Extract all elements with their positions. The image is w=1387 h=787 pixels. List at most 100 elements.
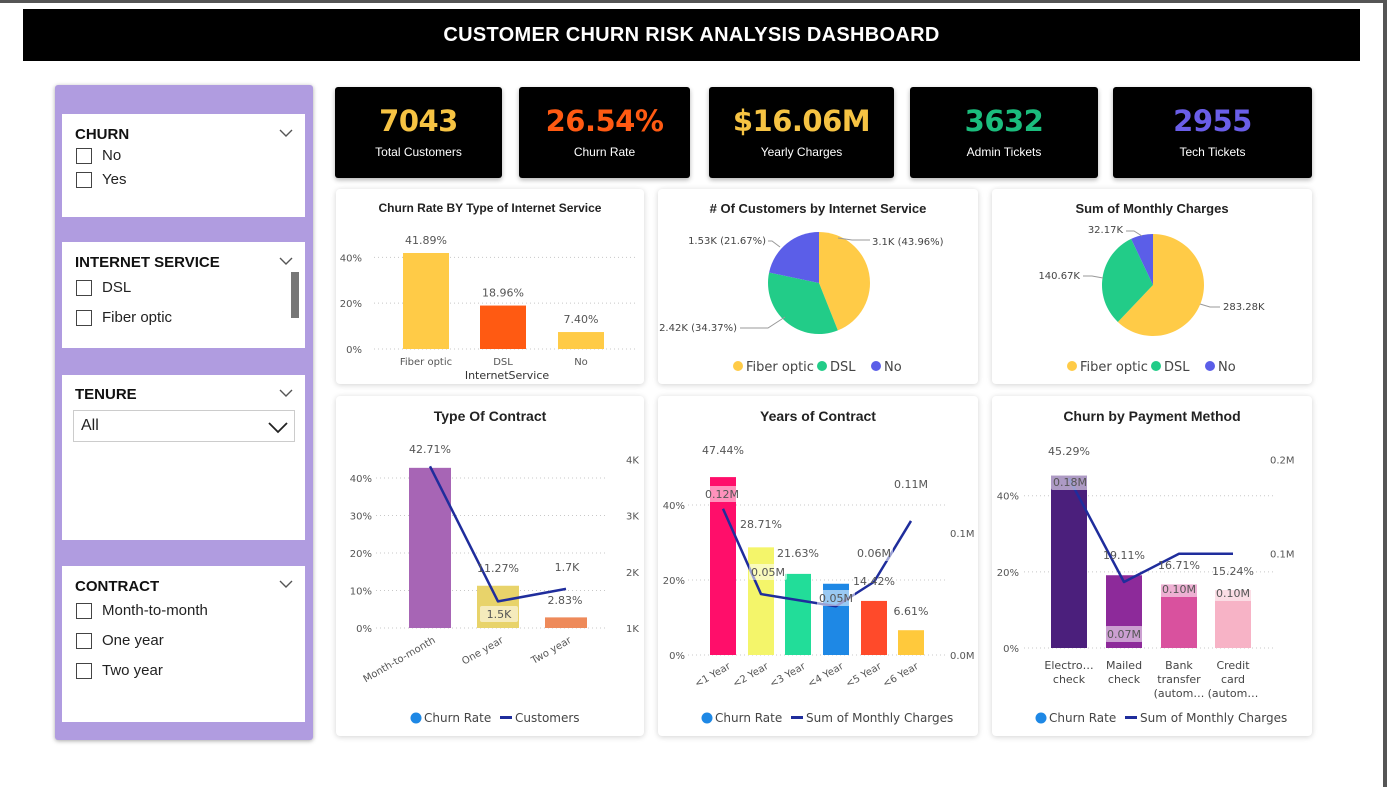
y2-tick-label: 4K xyxy=(626,455,639,466)
kpi-value: $16.06M xyxy=(732,104,871,138)
y2-tick-label: 3K xyxy=(626,512,639,523)
x-tick-label: (autom… xyxy=(1154,687,1205,700)
y-tick-label: 30% xyxy=(350,512,372,523)
x-tick-label: <6 Year xyxy=(881,661,921,691)
y-tick-label: 20% xyxy=(997,568,1019,579)
legend-marker xyxy=(1151,361,1161,371)
legend-marker xyxy=(701,712,713,724)
churn-option-yes[interactable]: Yes xyxy=(76,171,126,188)
checkbox[interactable] xyxy=(76,662,92,679)
data-label: 140.67K xyxy=(1038,271,1080,282)
chart-years-of-contract: Years of Contract 0% 20% 40% 0.0M 0.1M 47.44% 2… xyxy=(663,408,975,725)
x-tick-label: check xyxy=(1108,673,1141,686)
chevron-down-icon[interactable] xyxy=(279,126,293,140)
bar-data-label: 11.27% xyxy=(477,562,519,575)
leader-line xyxy=(740,316,786,329)
kpi-yearly-charges: $16.06M Yearly Charges xyxy=(709,87,894,178)
data-label: 41.89% xyxy=(405,234,447,247)
card-type-of-contract: Type Of Contract 0% 10% 20% 30% 40% 1K 2K 3K 4K 42… xyxy=(336,396,644,736)
x-tick-label: <1 Year xyxy=(693,661,733,691)
x-tick-label: check xyxy=(1053,673,1086,686)
bar-data-label: 19.11% xyxy=(1103,549,1145,562)
chevron-down-icon[interactable] xyxy=(279,386,293,400)
chevron-down-icon[interactable] xyxy=(279,577,293,591)
bar xyxy=(403,253,449,349)
data-label: 18.96% xyxy=(482,287,524,300)
contract-option-two-year[interactable]: Two year xyxy=(76,662,163,679)
contract-option-one-year[interactable]: One year xyxy=(76,632,164,649)
legend-label: Sum of Monthly Charges xyxy=(806,711,953,725)
checkbox[interactable] xyxy=(76,602,92,619)
chart-title: Churn Rate BY Type of Internet Service xyxy=(379,201,602,215)
card-years-of-contract: Years of Contract 0% 20% 40% 0.0M 0.1M 47.44% 2… xyxy=(658,396,978,736)
legend-marker xyxy=(733,361,743,371)
data-label: 1.53K (21.67%) xyxy=(688,236,766,247)
bar-data-label: 21.63% xyxy=(777,547,819,560)
tenure-slicer-title: TENURE xyxy=(75,386,137,403)
line-data-label: 0.05M xyxy=(751,566,785,579)
legend-label: Churn Rate xyxy=(715,711,782,725)
bar xyxy=(480,305,526,349)
x-tick-label: One year xyxy=(460,635,506,668)
card-churn-by-internet: Churn Rate BY Type of Internet Service 0%… xyxy=(336,189,644,384)
x-tick-label: DSL xyxy=(493,357,513,368)
x-tick-label: Bank xyxy=(1165,659,1193,672)
x-tick-label: Credit xyxy=(1216,659,1250,672)
line-data-label: 1.7K xyxy=(555,561,580,574)
chart-title: Type Of Contract xyxy=(434,408,547,424)
contract-option-month-to-month[interactable]: Month-to-month xyxy=(76,602,208,619)
line-data-label: 1.5K xyxy=(487,608,512,621)
line-data-label: 0.18M xyxy=(1053,476,1087,489)
checkbox[interactable] xyxy=(76,279,92,296)
y2-tick-label: 0.2M xyxy=(1270,455,1295,466)
legend-label: Churn Rate xyxy=(1049,711,1116,725)
internet-option-fiber[interactable]: Fiber optic xyxy=(76,309,172,326)
kpi-admin-tickets: 3632 Admin Tickets xyxy=(910,87,1098,178)
checkbox[interactable] xyxy=(76,171,92,188)
x-tick-label: Mailed xyxy=(1106,659,1142,672)
y-tick-label: 0% xyxy=(356,624,372,635)
x-axis-title: InternetService xyxy=(465,369,550,382)
slicer-scrollbar[interactable] xyxy=(291,272,299,318)
internet-option-dsl[interactable]: DSL xyxy=(76,279,131,296)
legend-label: Fiber optic xyxy=(746,360,814,375)
y2-tick-label: 0.1M xyxy=(950,529,975,540)
kpi-label: Total Customers xyxy=(375,145,462,159)
legend-label: DSL xyxy=(1164,360,1190,375)
chevron-down-icon[interactable] xyxy=(279,254,293,268)
y2-tick-label: 0.1M xyxy=(1270,550,1295,561)
chart-customers-by-internet: # Of Customers by Internet Service 3.1K (… xyxy=(659,201,944,375)
contract-slicer-title: CONTRACT xyxy=(75,578,160,595)
x-tick-label: <5 Year xyxy=(844,661,884,691)
chart-type-of-contract: Type Of Contract 0% 10% 20% 30% 40% 1K 2K 3K 4K 42… xyxy=(350,408,640,725)
x-tick-label: Fiber optic xyxy=(400,357,452,368)
data-label: 283.28K xyxy=(1223,302,1265,313)
kpi-value: 7043 xyxy=(379,104,458,138)
churn-option-no[interactable]: No xyxy=(76,147,121,164)
tenure-dropdown[interactable]: All xyxy=(73,410,295,442)
x-tick-label: <2 Year xyxy=(731,661,771,691)
kpi-churn-rate: 26.54% Churn Rate xyxy=(519,87,690,178)
x-tick-label: Two year xyxy=(529,635,574,668)
bar-data-label: 45.29% xyxy=(1048,445,1090,458)
y-tick-label: 0% xyxy=(1003,644,1019,655)
churn-slicer: CHURN No Yes xyxy=(62,114,305,217)
x-tick-label: No xyxy=(574,357,588,368)
y-tick-label: 40% xyxy=(997,492,1019,503)
card-payment-method: Churn by Payment Method 0% 20% 40% 0.1M 0.2M 4… xyxy=(992,396,1312,736)
leader-line xyxy=(1199,303,1220,308)
internet-service-slicer: INTERNET SERVICE DSL Fiber optic xyxy=(62,242,305,348)
checkbox[interactable] xyxy=(76,147,92,164)
internet-slicer-title: INTERNET SERVICE xyxy=(75,254,220,271)
checkbox[interactable] xyxy=(76,309,92,326)
legend-label: Fiber optic xyxy=(1080,360,1148,375)
kpi-value: 3632 xyxy=(964,104,1044,138)
legend-marker xyxy=(1125,716,1137,719)
kpi-value: 26.54% xyxy=(545,104,664,138)
line-data-label: 0.10M xyxy=(1162,583,1196,596)
legend-marker xyxy=(1067,361,1077,371)
data-label: 3.1K (43.96%) xyxy=(872,237,944,248)
tenure-slicer: TENURE All xyxy=(62,375,305,540)
checkbox[interactable] xyxy=(76,632,92,649)
bar-data-label: 47.44% xyxy=(702,444,744,457)
